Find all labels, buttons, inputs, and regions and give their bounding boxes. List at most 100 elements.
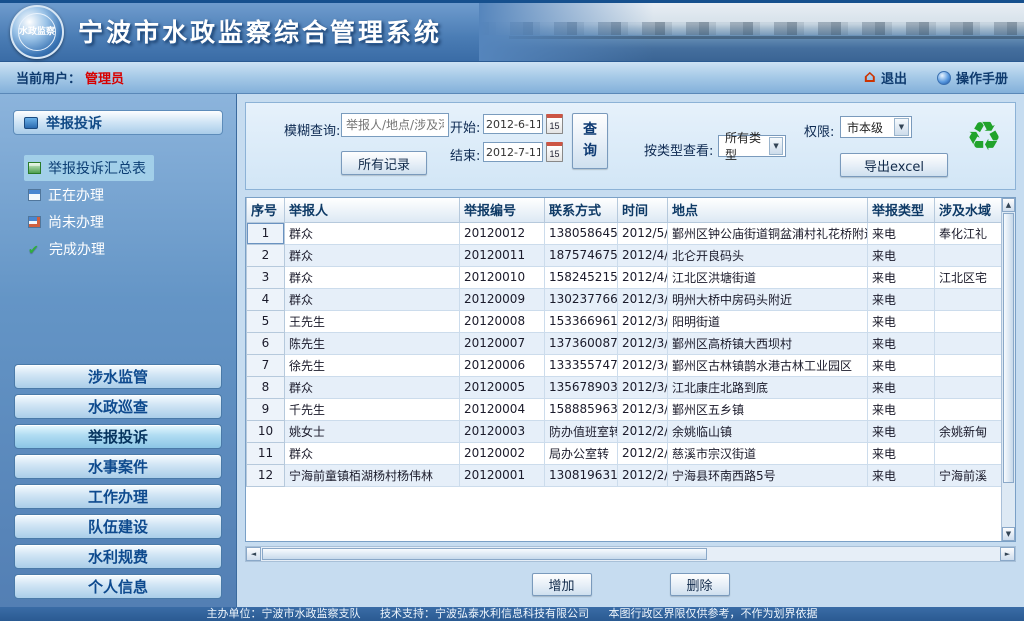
end-calendar-button[interactable]: 15 bbox=[546, 142, 563, 162]
end-date-input[interactable] bbox=[483, 142, 543, 162]
table-cell: 姚女士 bbox=[285, 420, 460, 442]
col-header-location: 地点 bbox=[668, 198, 868, 222]
module-team-building[interactable]: 队伍建设 bbox=[14, 514, 222, 539]
manual-button[interactable]: 操作手册 bbox=[937, 68, 1008, 87]
table-row[interactable]: 4群众20120009130237766492012/3/29明州大桥中房码头附… bbox=[247, 288, 1003, 310]
fuzzy-search-label: 模糊查询: bbox=[284, 120, 340, 139]
type-filter-label: 按类型查看: bbox=[644, 140, 713, 159]
add-button[interactable]: 增加 bbox=[532, 573, 592, 596]
sidebar-item-completed[interactable]: 完成办理 bbox=[0, 235, 236, 262]
horizontal-scroll-thumb[interactable] bbox=[262, 548, 707, 560]
scroll-left-icon[interactable] bbox=[246, 547, 261, 561]
fuzzy-search-input[interactable] bbox=[341, 113, 449, 137]
sidebar-panel-title[interactable]: 举报投诉 bbox=[13, 110, 223, 135]
export-excel-button[interactable]: 导出excel bbox=[840, 153, 948, 177]
table-cell: 15336696121 bbox=[545, 310, 618, 332]
report-table-body: 1群众20120012138058645282012/5/4鄞州区钟公庙街道铜盆… bbox=[247, 222, 1003, 486]
table-cell: 20120006 bbox=[460, 354, 545, 376]
chevron-down-icon bbox=[894, 118, 909, 136]
table-cell: 2012/3/29 bbox=[618, 288, 668, 310]
menu-item-label: 完成办理 bbox=[49, 239, 105, 259]
logout-button[interactable]: 退出 bbox=[864, 68, 907, 87]
table-cell: 2012/3/23 bbox=[618, 398, 668, 420]
table-cell: 13805864528 bbox=[545, 222, 618, 244]
start-calendar-button[interactable]: 15 bbox=[546, 114, 563, 134]
search-button[interactable]: 查询 bbox=[572, 113, 608, 169]
table-cell: 来电 bbox=[868, 266, 935, 288]
table-row[interactable]: 8群众20120005135678903902012/3/26江北康庄北路到底来… bbox=[247, 376, 1003, 398]
panel-title-label: 举报投诉 bbox=[46, 113, 102, 133]
globe-icon bbox=[937, 71, 951, 85]
table-cell: 13736008729 bbox=[545, 332, 618, 354]
menu-item-label: 尚未办理 bbox=[48, 212, 104, 232]
sidebar: 举报投诉 举报投诉汇总表 正在办理 尚未办理 完成办理 涉水监管 水政巡查 举报… bbox=[0, 94, 237, 607]
page-title: 宁波市水政监察综合管理系统 bbox=[78, 3, 442, 62]
module-water-fees[interactable]: 水利规费 bbox=[14, 544, 222, 569]
all-records-button[interactable]: 所有记录 bbox=[341, 151, 427, 175]
vertical-scroll-thumb[interactable] bbox=[1003, 213, 1014, 483]
table-cell: 20120004 bbox=[460, 398, 545, 420]
scroll-up-icon[interactable] bbox=[1002, 198, 1015, 212]
table-row[interactable]: 6陈先生20120007137360087292012/3/29鄞州区高桥镇大西… bbox=[247, 332, 1003, 354]
table-row[interactable]: 3群众20120010158245215972012/4/17江北区洪塘街道来电… bbox=[247, 266, 1003, 288]
table-row[interactable]: 2群众20120011187574675372012/4/23北仑开良码头来电 bbox=[247, 244, 1003, 266]
in-progress-icon bbox=[28, 189, 41, 201]
module-water-supervision[interactable]: 涉水监管 bbox=[14, 364, 222, 389]
table-row[interactable]: 7徐先生20120006133355747782012/3/29鄞州区古林镇鹊水… bbox=[247, 354, 1003, 376]
table-cell: 2012/3/26 bbox=[618, 376, 668, 398]
vertical-scrollbar[interactable] bbox=[1001, 198, 1015, 541]
delete-button[interactable]: 删除 bbox=[670, 573, 730, 596]
table-cell: 2012/5/4 bbox=[618, 222, 668, 244]
table-cell: 防办值班室转 bbox=[545, 420, 618, 442]
table-cell: 2012/3/29 bbox=[618, 332, 668, 354]
col-header-index: 序号 bbox=[247, 198, 285, 222]
permission-select[interactable]: 市本级 bbox=[840, 116, 912, 138]
table-cell bbox=[935, 288, 1003, 310]
refresh-icon[interactable] bbox=[962, 115, 1006, 159]
sidebar-item-pending[interactable]: 尚未办理 bbox=[0, 208, 236, 235]
table-cell: 王先生 bbox=[285, 310, 460, 332]
report-table: 序号 举报人 举报编号 联系方式 时间 地点 举报类型 涉及水域 1群众2012… bbox=[246, 198, 1003, 487]
table-cell: 陈先生 bbox=[285, 332, 460, 354]
table-row[interactable]: 11群众20120002局办公室转2012/2/10慈溪市宗汉街道来电 bbox=[247, 442, 1003, 464]
table-cell: 来电 bbox=[868, 332, 935, 354]
main-content: 模糊查询: 所有记录 开始: 15 结束: 15 查询 按类型查看: 所有类型 … bbox=[237, 94, 1024, 607]
table-cell: 20120003 bbox=[460, 420, 545, 442]
table-cell: 15824521597 bbox=[545, 266, 618, 288]
table-cell: 2012/2/23 bbox=[618, 420, 668, 442]
module-report-complaint[interactable]: 举报投诉 bbox=[14, 424, 222, 449]
header-city-photo bbox=[479, 3, 1024, 61]
manual-label: 操作手册 bbox=[956, 68, 1008, 87]
type-filter-select[interactable]: 所有类型 bbox=[718, 135, 786, 157]
table-cell: 20120012 bbox=[460, 222, 545, 244]
table-row[interactable]: 1群众20120012138058645282012/5/4鄞州区钟公庙街道铜盆… bbox=[247, 222, 1003, 244]
sidebar-item-report-summary[interactable]: 举报投诉汇总表 bbox=[0, 154, 236, 181]
table-cell: 7 bbox=[247, 354, 285, 376]
table-cell: 13081963176 bbox=[545, 464, 618, 486]
current-user-value: 管理员 bbox=[85, 68, 124, 87]
module-personal-info[interactable]: 个人信息 bbox=[14, 574, 222, 599]
table-row[interactable]: 10姚女士20120003防办值班室转2012/2/23余姚临山镇来电余姚新甸 bbox=[247, 420, 1003, 442]
table-cell: 鄞州区古林镇鹊水港古林工业园区 bbox=[668, 354, 868, 376]
table-cell bbox=[935, 332, 1003, 354]
module-water-cases[interactable]: 水事案件 bbox=[14, 454, 222, 479]
table-row[interactable]: 12宁海前童镇栢湖杨村杨伟林20120001130819631762012/2/… bbox=[247, 464, 1003, 486]
table-cell: 群众 bbox=[285, 376, 460, 398]
start-date-input[interactable] bbox=[483, 114, 543, 134]
table-row[interactable]: 9千先生20120004158885963252012/3/23鄞州区五乡镇来电 bbox=[247, 398, 1003, 420]
sidebar-item-in-progress[interactable]: 正在办理 bbox=[0, 181, 236, 208]
horizontal-scrollbar[interactable] bbox=[245, 546, 1016, 562]
scroll-down-icon[interactable] bbox=[1002, 527, 1015, 541]
table-row[interactable]: 5王先生20120008153366961212012/3/31阳明街道来电 bbox=[247, 310, 1003, 332]
scroll-right-icon[interactable] bbox=[1000, 547, 1015, 561]
table-cell: 宁海前溪 bbox=[935, 464, 1003, 486]
module-water-patrol[interactable]: 水政巡查 bbox=[14, 394, 222, 419]
table-cell: 6 bbox=[247, 332, 285, 354]
table-cell: 群众 bbox=[285, 442, 460, 464]
table-cell: 2012/2/3 bbox=[618, 464, 668, 486]
table-cell: 奉化江礼 bbox=[935, 222, 1003, 244]
module-work-handling[interactable]: 工作办理 bbox=[14, 484, 222, 509]
table-cell: 局办公室转 bbox=[545, 442, 618, 464]
menu-item-label: 正在办理 bbox=[48, 185, 104, 205]
table-cell: 20120007 bbox=[460, 332, 545, 354]
